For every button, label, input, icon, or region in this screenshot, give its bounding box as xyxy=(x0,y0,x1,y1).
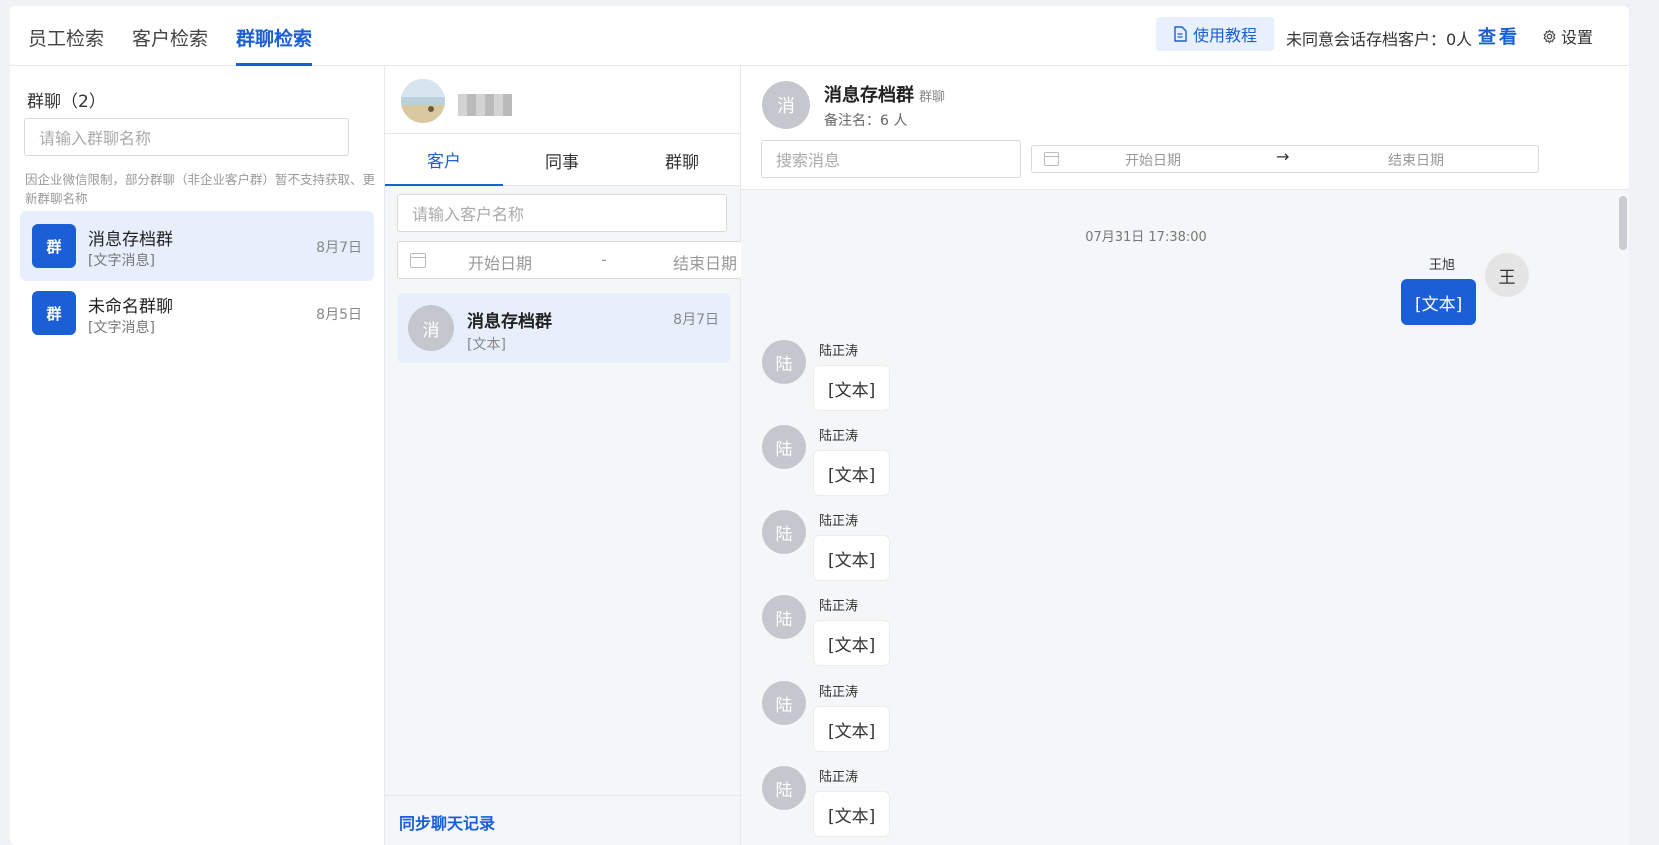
group-last-message: [文字消息] xyxy=(88,253,155,269)
date-separator: - xyxy=(601,250,607,269)
chat-last-message: [文本] xyxy=(467,337,506,353)
conversation-title: 消息存档群 xyxy=(824,85,914,106)
group-avatar: 群 xyxy=(32,291,76,335)
settings-button[interactable]: 设置 xyxy=(1542,24,1593,48)
avatar: 王 xyxy=(1485,253,1529,297)
sender-name: 陆正涛 xyxy=(819,344,859,359)
avatar: 陆 xyxy=(762,681,806,725)
group-count-title: 群聊（2） xyxy=(27,92,106,112)
conversation-header: 消 消息存档群 群聊 备注名：6 人 搜索消息 开始日期 → 结束日期 xyxy=(741,66,1629,190)
chat-list-item[interactable]: 消 消息存档群 [文本] 8月7日 xyxy=(397,293,731,363)
member-tabs: 客户 同事 群聊 xyxy=(385,134,740,186)
end-date-input[interactable]: 结束日期 xyxy=(1388,150,1444,170)
calendar-icon xyxy=(410,253,426,268)
message-timestamp: 07月31日 17:38:00 xyxy=(1085,230,1207,245)
group-avatar: 群 xyxy=(32,224,76,268)
arrow-right-icon: → xyxy=(1276,147,1290,166)
group-list-panel: 群聊（2） 请输入群聊名称 因企业微信限制，部分群聊（非企业客户群）暂不支持获取… xyxy=(10,66,385,845)
avatar: 陆 xyxy=(762,340,806,384)
gear-icon xyxy=(1543,28,1556,44)
sender-name: 王旭 xyxy=(1429,258,1456,273)
message-bubble[interactable]: [文本] xyxy=(813,535,891,581)
sync-chat-records-link[interactable]: 同步聊天记录 xyxy=(399,810,495,834)
unconsent-customers-text: 未同意会话存档客户：0人 xyxy=(1286,30,1473,49)
member-header xyxy=(385,66,740,134)
group-name: 未命名群聊 xyxy=(88,297,173,317)
avatar: 消 xyxy=(408,305,454,351)
avatar: 消 xyxy=(762,81,810,129)
sender-name: 陆正涛 xyxy=(819,599,859,614)
message-search-input[interactable]: 搜索消息 xyxy=(761,140,1021,178)
avatar: 陆 xyxy=(762,595,806,639)
tab-employee-search[interactable]: 员工检索 xyxy=(28,24,104,66)
tutorial-label: 使用教程 xyxy=(1192,26,1257,45)
tab-colleague[interactable]: 同事 xyxy=(503,134,621,186)
customer-search-input[interactable]: 请输入客户名称 xyxy=(397,194,727,232)
message-bubble[interactable]: [文本] xyxy=(1401,279,1477,325)
message-date-range-picker[interactable]: 开始日期 → 结束日期 xyxy=(1031,145,1539,173)
sender-name: 陆正涛 xyxy=(819,514,859,529)
blurred-user-name xyxy=(458,94,512,116)
group-name-notice: 因企业微信限制，部分群聊（非企业客户群）暂不支持获取、更新群聊名称 xyxy=(25,172,376,206)
end-date-input[interactable]: 结束日期 xyxy=(673,250,737,274)
tab-customer-search[interactable]: 客户检索 xyxy=(132,24,208,66)
start-date-input[interactable]: 开始日期 xyxy=(1125,150,1181,170)
avatar[interactable] xyxy=(401,79,445,123)
group-list-item[interactable]: 群 未命名群聊 [文字消息] 8月5日 xyxy=(20,278,374,348)
view-link[interactable]: 查看 xyxy=(1478,23,1520,49)
conversation-remark: 备注名：6 人 xyxy=(824,113,908,129)
conversation-type-tag: 群聊 xyxy=(919,90,946,105)
top-bar: 员工检索 客户检索 群聊检索 使用教程 未同意会话存档客户：0人 查看 设置 xyxy=(10,6,1629,66)
group-date: 8月5日 xyxy=(316,307,362,323)
chat-date: 8月7日 xyxy=(673,312,719,328)
tutorial-button[interactable]: 使用教程 xyxy=(1156,17,1274,51)
group-date: 8月7日 xyxy=(316,240,362,256)
group-list-item[interactable]: 群 消息存档群 [文字消息] 8月7日 xyxy=(20,211,374,281)
start-date-input[interactable]: 开始日期 xyxy=(468,250,532,274)
message-bubble[interactable]: [文本] xyxy=(813,450,891,496)
app-window: 员工检索 客户检索 群聊检索 使用教程 未同意会话存档客户：0人 查看 设置 群… xyxy=(10,6,1629,845)
message-list[interactable]: 07月31日 17:38:00 王 王旭 [文本] 陆 陆正涛 [文本] 陆 陆… xyxy=(741,190,1629,845)
avatar: 陆 xyxy=(762,425,806,469)
chat-name: 消息存档群 xyxy=(467,312,552,332)
date-range-picker[interactable]: 开始日期 - 结束日期 xyxy=(397,241,741,279)
landscape-image xyxy=(401,79,445,123)
group-name: 消息存档群 xyxy=(88,230,173,250)
group-search-input[interactable]: 请输入群聊名称 xyxy=(24,118,349,156)
tab-group-chat[interactable]: 群聊 xyxy=(623,134,741,186)
avatar: 陆 xyxy=(762,766,806,810)
message-bubble[interactable]: [文本] xyxy=(813,365,891,411)
message-bubble[interactable]: [文本] xyxy=(813,706,891,752)
message-bubble[interactable]: [文本] xyxy=(813,620,891,666)
document-icon xyxy=(1174,26,1187,42)
sender-name: 陆正涛 xyxy=(819,429,859,444)
sync-bar: 同步聊天记录 xyxy=(385,795,740,845)
scrollbar[interactable] xyxy=(1619,196,1627,250)
tab-group-search[interactable]: 群聊检索 xyxy=(236,24,313,66)
avatar: 陆 xyxy=(762,510,806,554)
message-bubble[interactable]: [文本] xyxy=(813,791,891,837)
conversation-panel: 消 消息存档群 群聊 备注名：6 人 搜索消息 开始日期 → 结束日期 07月3… xyxy=(741,66,1629,845)
calendar-icon xyxy=(1044,152,1059,166)
sender-name: 陆正涛 xyxy=(819,685,859,700)
group-last-message: [文字消息] xyxy=(88,320,155,336)
settings-label: 设置 xyxy=(1561,28,1594,47)
sender-name: 陆正涛 xyxy=(819,770,859,785)
member-chat-panel: 客户 同事 群聊 请输入客户名称 开始日期 - 结束日期 消 消息存档群 [文本… xyxy=(385,66,741,845)
tab-customer[interactable]: 客户 xyxy=(385,134,503,186)
